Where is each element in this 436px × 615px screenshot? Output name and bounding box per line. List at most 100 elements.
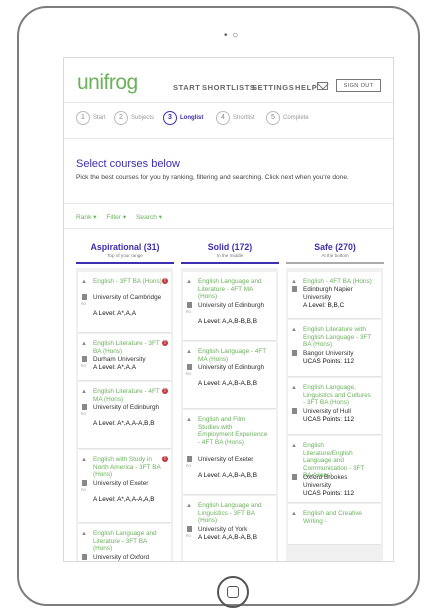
- course-card[interactable]: ▲ English with Study in North America - …: [78, 450, 171, 523]
- course-card[interactable]: ▲ English Language - 4FT MA (Hons) RG Un…: [183, 342, 276, 409]
- course-card[interactable]: ▲ English Language, Linguistics and Cult…: [288, 378, 381, 435]
- graduation-cap-icon: ▲: [81, 531, 87, 537]
- page-title: Select courses below: [76, 158, 180, 170]
- course-card[interactable]: ▲ English and Film Studies with Employme…: [183, 410, 276, 495]
- column-header-solid: Solid (172) In the middle: [181, 242, 279, 264]
- column-safe: ▲ English - 4FT BA (Hons) Edinburgh Napi…: [286, 268, 383, 561]
- course-card[interactable]: ▲ English and Creative Writing -: [288, 504, 381, 545]
- step-complete[interactable]: 5 Complete: [266, 111, 309, 125]
- university-icon: [82, 480, 87, 486]
- step-start[interactable]: 1 Start: [76, 111, 106, 125]
- step-label: Subjects: [131, 115, 155, 121]
- course-title[interactable]: English Language - 4FT MA (Hons): [198, 348, 268, 363]
- graduation-cap-icon: ▲: [291, 327, 297, 333]
- nav-start[interactable]: START: [173, 83, 200, 92]
- step-number: 5: [266, 111, 280, 125]
- rg-badge: RG: [186, 534, 192, 538]
- university-name: University of Hull: [303, 408, 351, 415]
- rank-dropdown[interactable]: Rank ▾: [76, 214, 97, 221]
- university-name: University of Oxford: [93, 554, 150, 561]
- column-aspirational: ▲ English - 3FT BA (Hons) ! RG Universit…: [76, 268, 173, 561]
- entry-requirement: UCAS Points: 112: [303, 416, 355, 423]
- course-card[interactable]: ▲ English Language and Linguistics - 3FT…: [183, 496, 276, 561]
- nav-settings[interactable]: SETTINGS: [252, 83, 294, 92]
- filter-bar: Rank ▾ Filter ▾ Search ▾: [76, 213, 170, 221]
- university-name: University of Exeter: [93, 480, 149, 487]
- course-card[interactable]: ▲ English Literature - 3FT BA (Hons) ! R…: [78, 334, 171, 381]
- column-title: Aspirational (31): [90, 242, 160, 252]
- course-title[interactable]: English Language and Literature - 4FT MA…: [198, 278, 268, 301]
- divider: [64, 102, 393, 103]
- university-name: University of Edinburgh: [198, 302, 265, 309]
- app-logo[interactable]: unifrog: [77, 71, 138, 95]
- course-title[interactable]: English Language and Linguistics - 3FT B…: [198, 502, 268, 525]
- top-bar: unifrog START SHORTLISTS SETTINGS HELP S…: [64, 58, 393, 102]
- graduation-cap-icon: ▲: [81, 341, 87, 347]
- step-number: 2: [114, 111, 128, 125]
- step-number: 1: [76, 111, 90, 125]
- nav-shortlists[interactable]: SHORTLISTS: [202, 83, 256, 92]
- entry-requirement: A Level: B,B,C: [303, 302, 345, 309]
- course-title[interactable]: English and Creative Writing -: [303, 510, 373, 525]
- rg-badge: RG: [81, 412, 87, 416]
- column-underline: [181, 262, 279, 264]
- university-icon: [187, 302, 192, 308]
- course-title[interactable]: English - 4FT BA (Hons): [303, 278, 373, 286]
- search-dropdown[interactable]: Search ▾: [136, 214, 162, 221]
- step-longlist[interactable]: 3 Longlist: [163, 111, 203, 125]
- university-icon: [292, 350, 297, 356]
- column-title: Safe (270): [314, 242, 356, 252]
- column-subtitle: In the middle: [216, 253, 244, 258]
- nav-help[interactable]: HELP: [295, 83, 317, 92]
- rg-badge: RG: [81, 364, 87, 368]
- university-name: Durham University: [93, 356, 146, 363]
- course-title[interactable]: English with Study in North America - 3F…: [93, 456, 163, 479]
- course-card[interactable]: ▲ English - 3FT BA (Hons) ! RG Universit…: [78, 272, 171, 333]
- divider: [64, 138, 393, 139]
- step-label: Shortlist: [233, 115, 255, 121]
- university-icon: [82, 294, 87, 300]
- university-name: Bangor University: [303, 350, 354, 357]
- column-underline: [76, 262, 174, 264]
- entry-requirement: A Level: A,A,B-A,B,B: [198, 534, 257, 541]
- step-label: Longlist: [180, 115, 204, 121]
- graduation-cap-icon: ▲: [291, 279, 297, 285]
- entry-requirement: UCAS Points: 112: [303, 490, 355, 497]
- step-number: 3: [163, 111, 177, 125]
- divider: [64, 228, 393, 229]
- step-shortlist[interactable]: 4 Shortlist: [216, 111, 255, 125]
- mail-icon[interactable]: [317, 82, 328, 90]
- course-title[interactable]: English Literature - 3FT BA (Hons): [93, 340, 163, 355]
- page-intro: Pick the best courses for you by ranking…: [76, 174, 349, 181]
- rg-badge: RG: [186, 464, 192, 468]
- entry-requirement: A Level: A,A,B-A,B,B: [198, 472, 257, 479]
- filter-dropdown[interactable]: Filter ▾: [106, 214, 126, 221]
- home-button[interactable]: [217, 576, 249, 608]
- course-title[interactable]: English Literature with English Language…: [303, 326, 373, 349]
- course-title[interactable]: English Literature - 4FT MA (Hons): [93, 388, 163, 403]
- graduation-cap-icon: ▲: [186, 417, 192, 423]
- course-card[interactable]: ▲ English Literature - 4FT MA (Hons) ! R…: [78, 382, 171, 449]
- step-subjects[interactable]: 2 Subjects: [114, 111, 154, 125]
- course-title[interactable]: English - 3FT BA (Hons): [93, 278, 163, 286]
- column-subtitle: Top of your range: [107, 253, 143, 258]
- course-card[interactable]: ▲ English Literature with English Langua…: [288, 320, 381, 377]
- course-card[interactable]: ▲ English Language and Literature - 4FT …: [183, 272, 276, 341]
- camera: • ○: [224, 30, 240, 41]
- entry-requirement: UCAS Points: 112: [303, 358, 355, 365]
- course-card[interactable]: ▲ English - 4FT BA (Hons) Edinburgh Napi…: [288, 272, 381, 319]
- course-card[interactable]: ▲ English Literature/English Language an…: [288, 436, 381, 503]
- university-name: University of Exeter: [198, 456, 254, 463]
- university-icon: [292, 474, 297, 480]
- course-title[interactable]: English Language and Literature - 3FT BA…: [93, 530, 163, 553]
- rg-badge: RG: [81, 302, 87, 306]
- course-card[interactable]: ▲ English Language and Literature - 3FT …: [78, 524, 171, 561]
- university-icon: [292, 286, 297, 292]
- course-title[interactable]: English Language, Linguistics and Cultur…: [303, 384, 373, 407]
- alert-icon: !: [162, 278, 168, 284]
- university-name: University of York: [198, 526, 248, 533]
- course-title[interactable]: English and Film Studies with Employment…: [198, 416, 268, 446]
- sign-out-button[interactable]: SIGN OUT: [336, 79, 381, 92]
- university-icon: [82, 356, 87, 362]
- column-header-safe: Safe (270) At the bottom: [286, 242, 384, 264]
